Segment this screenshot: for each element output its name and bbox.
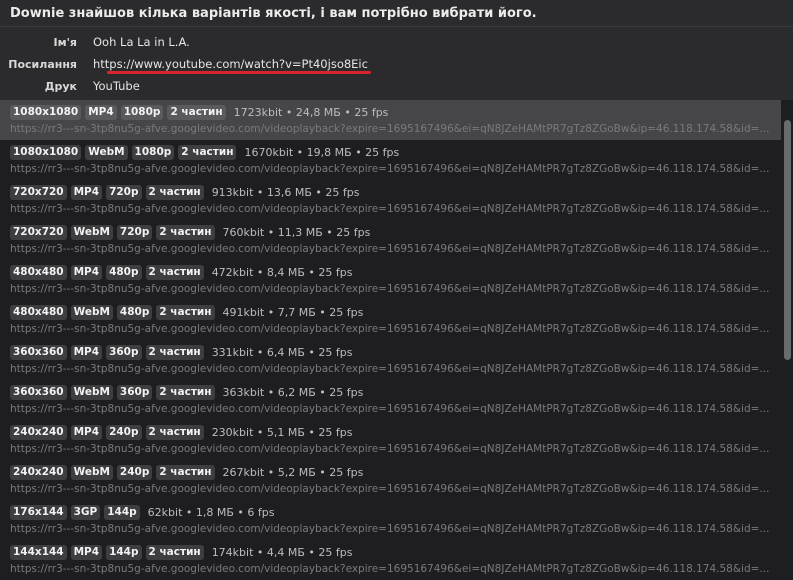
item-url: https://rr3---sn-3tp8nu5g-afve.googlevid… — [10, 523, 770, 535]
name-value: Ooh La La in L.A. — [93, 35, 190, 49]
dialog-title: Downie знайшов кілька варіантів якості, … — [10, 5, 537, 21]
quality-tag: 144p — [104, 504, 140, 520]
video-info: Ім'я Ooh La La in L.A. Посилання https:/… — [0, 27, 793, 100]
quality-item[interactable]: 720x720 MP4 720p 2 частин 913kbit • 13,6… — [0, 180, 793, 220]
parts-tag: 2 частин — [178, 144, 237, 160]
resolution-tag: 1080x1080 — [10, 144, 82, 160]
list-scrollbar[interactable] — [781, 100, 793, 580]
item-url: https://rr3---sn-3tp8nu5g-afve.googlevid… — [10, 243, 770, 255]
quality-tag: 480p — [116, 304, 153, 320]
item-url: https://rr3---sn-3tp8nu5g-afve.googlevid… — [10, 563, 770, 575]
resolution-tag: 176x144 — [10, 504, 67, 520]
quality-item[interactable]: 1080x1080 MP4 1080p 2 частин 1723kbit • … — [0, 100, 793, 140]
parts-tag: 2 частин — [156, 224, 215, 240]
parts-tag: 2 частин — [156, 384, 215, 400]
quality-tag: 360p — [106, 344, 142, 360]
item-stats: 760kbit • 11,3 МБ • 25 fps — [222, 225, 371, 239]
name-label: Ім'я — [53, 35, 77, 49]
print-value: YouTube — [93, 79, 140, 93]
item-stats: 363kbit • 6,2 МБ • 25 fps — [222, 385, 364, 399]
item-url: https://rr3---sn-3tp8nu5g-afve.googlevid… — [10, 203, 770, 215]
format-tag: WebM — [85, 144, 128, 160]
quality-tag: 1080p — [120, 104, 164, 120]
item-url: https://rr3---sn-3tp8nu5g-afve.googlevid… — [10, 323, 770, 335]
format-tag: MP4 — [70, 344, 103, 360]
resolution-tag: 240x240 — [10, 464, 67, 480]
parts-tag: 2 частин — [156, 464, 215, 480]
quality-tag: 480p — [106, 264, 142, 280]
resolution-tag: 720x720 — [10, 184, 67, 200]
resolution-tag: 144x144 — [10, 544, 67, 560]
resolution-tag: 480x480 — [10, 264, 67, 280]
quality-tag: 240p — [106, 424, 142, 440]
resolution-tag: 480x480 — [10, 304, 67, 320]
link-red-underline — [107, 71, 371, 74]
item-url: https://rr3---sn-3tp8nu5g-afve.googlevid… — [10, 483, 770, 495]
quality-item[interactable]: 480x480 WebM 480p 2 частин 491kbit • 7,7… — [0, 300, 793, 340]
format-tag: 3GP — [70, 504, 101, 520]
quality-tag: 720p — [116, 224, 153, 240]
quality-tag: 720p — [106, 184, 142, 200]
parts-tag: 2 частин — [167, 104, 226, 120]
quality-tag: 240p — [116, 464, 153, 480]
item-stats: 331kbit • 6,4 МБ • 25 fps — [211, 345, 353, 359]
quality-tag: 144p — [106, 544, 142, 560]
resolution-tag: 720x720 — [10, 224, 67, 240]
item-url: https://rr3---sn-3tp8nu5g-afve.googlevid… — [10, 363, 770, 375]
format-tag: MP4 — [70, 264, 103, 280]
parts-tag: 2 частин — [145, 424, 204, 440]
link-label: Посилання — [8, 57, 77, 71]
format-tag: WebM — [70, 224, 113, 240]
quality-item[interactable]: 1080x1080 WebM 1080p 2 частин 1670kbit •… — [0, 140, 793, 180]
resolution-tag: 1080x1080 — [10, 104, 82, 120]
quality-tag: 360p — [116, 384, 153, 400]
quality-item[interactable]: 360x360 MP4 360p 2 частин 331kbit • 6,4 … — [0, 340, 793, 380]
parts-tag: 2 частин — [145, 544, 204, 560]
item-stats: 491kbit • 7,7 МБ • 25 fps — [222, 305, 364, 319]
item-url: https://rr3---sn-3tp8nu5g-afve.googlevid… — [10, 163, 770, 175]
quality-item[interactable]: 176x144 3GP 144p 62kbit • 1,8 МБ • 6 fps… — [0, 500, 793, 540]
item-stats: 230kbit • 5,1 МБ • 25 fps — [211, 425, 353, 439]
item-stats: 913kbit • 13,6 МБ • 25 fps — [211, 185, 360, 199]
print-row: Друк YouTube — [0, 77, 793, 95]
item-stats: 472kbit • 8,4 МБ • 25 fps — [211, 265, 353, 279]
format-tag: MP4 — [70, 544, 103, 560]
quality-list[interactable]: 1080x1080 MP4 1080p 2 частин 1723kbit • … — [0, 100, 793, 580]
resolution-tag: 240x240 — [10, 424, 67, 440]
format-tag: MP4 — [85, 104, 117, 120]
resolution-tag: 360x360 — [10, 384, 67, 400]
link-value[interactable]: https://www.youtube.com/watch?v=Pt40jso8… — [93, 57, 368, 71]
item-stats: 267kbit • 5,2 МБ • 25 fps — [222, 465, 364, 479]
parts-tag: 2 частин — [145, 344, 204, 360]
format-tag: WebM — [70, 384, 113, 400]
format-tag: WebM — [70, 304, 113, 320]
dialog-header: Downie знайшов кілька варіантів якості, … — [0, 0, 793, 27]
item-stats: 1670kbit • 19,8 МБ • 25 fps — [244, 145, 400, 159]
quality-item[interactable]: 480x480 MP4 480p 2 частин 472kbit • 8,4 … — [0, 260, 793, 300]
quality-item[interactable]: 720x720 WebM 720p 2 частин 760kbit • 11,… — [0, 220, 793, 260]
item-url: https://rr3---sn-3tp8nu5g-afve.googlevid… — [10, 283, 770, 295]
print-label: Друк — [44, 79, 77, 93]
item-stats: 62kbit • 1,8 МБ • 6 fps — [147, 505, 275, 519]
quality-item[interactable]: 360x360 WebM 360p 2 частин 363kbit • 6,2… — [0, 380, 793, 420]
scrollbar-thumb[interactable] — [784, 120, 791, 360]
item-stats: 174kbit • 4,4 МБ • 25 fps — [211, 545, 353, 559]
format-tag: MP4 — [70, 184, 103, 200]
resolution-tag: 360x360 — [10, 344, 67, 360]
quality-item[interactable]: 240x240 WebM 240p 2 частин 267kbit • 5,2… — [0, 460, 793, 500]
parts-tag: 2 частин — [145, 184, 204, 200]
quality-item[interactable]: 144x144 MP4 144p 2 частин 174kbit • 4,4 … — [0, 540, 793, 580]
parts-tag: 2 частин — [156, 304, 215, 320]
parts-tag: 2 частин — [145, 264, 204, 280]
item-url: https://rr3---sn-3tp8nu5g-afve.googlevid… — [10, 443, 770, 455]
format-tag: MP4 — [70, 424, 103, 440]
item-url: https://rr3---sn-3tp8nu5g-afve.googlevid… — [10, 123, 770, 135]
quality-tag: 1080p — [131, 144, 175, 160]
name-row: Ім'я Ooh La La in L.A. — [0, 33, 793, 51]
item-url: https://rr3---sn-3tp8nu5g-afve.googlevid… — [10, 403, 770, 415]
format-tag: WebM — [70, 464, 113, 480]
quality-item[interactable]: 240x240 MP4 240p 2 частин 230kbit • 5,1 … — [0, 420, 793, 460]
item-stats: 1723kbit • 24,8 МБ • 25 fps — [233, 105, 389, 119]
